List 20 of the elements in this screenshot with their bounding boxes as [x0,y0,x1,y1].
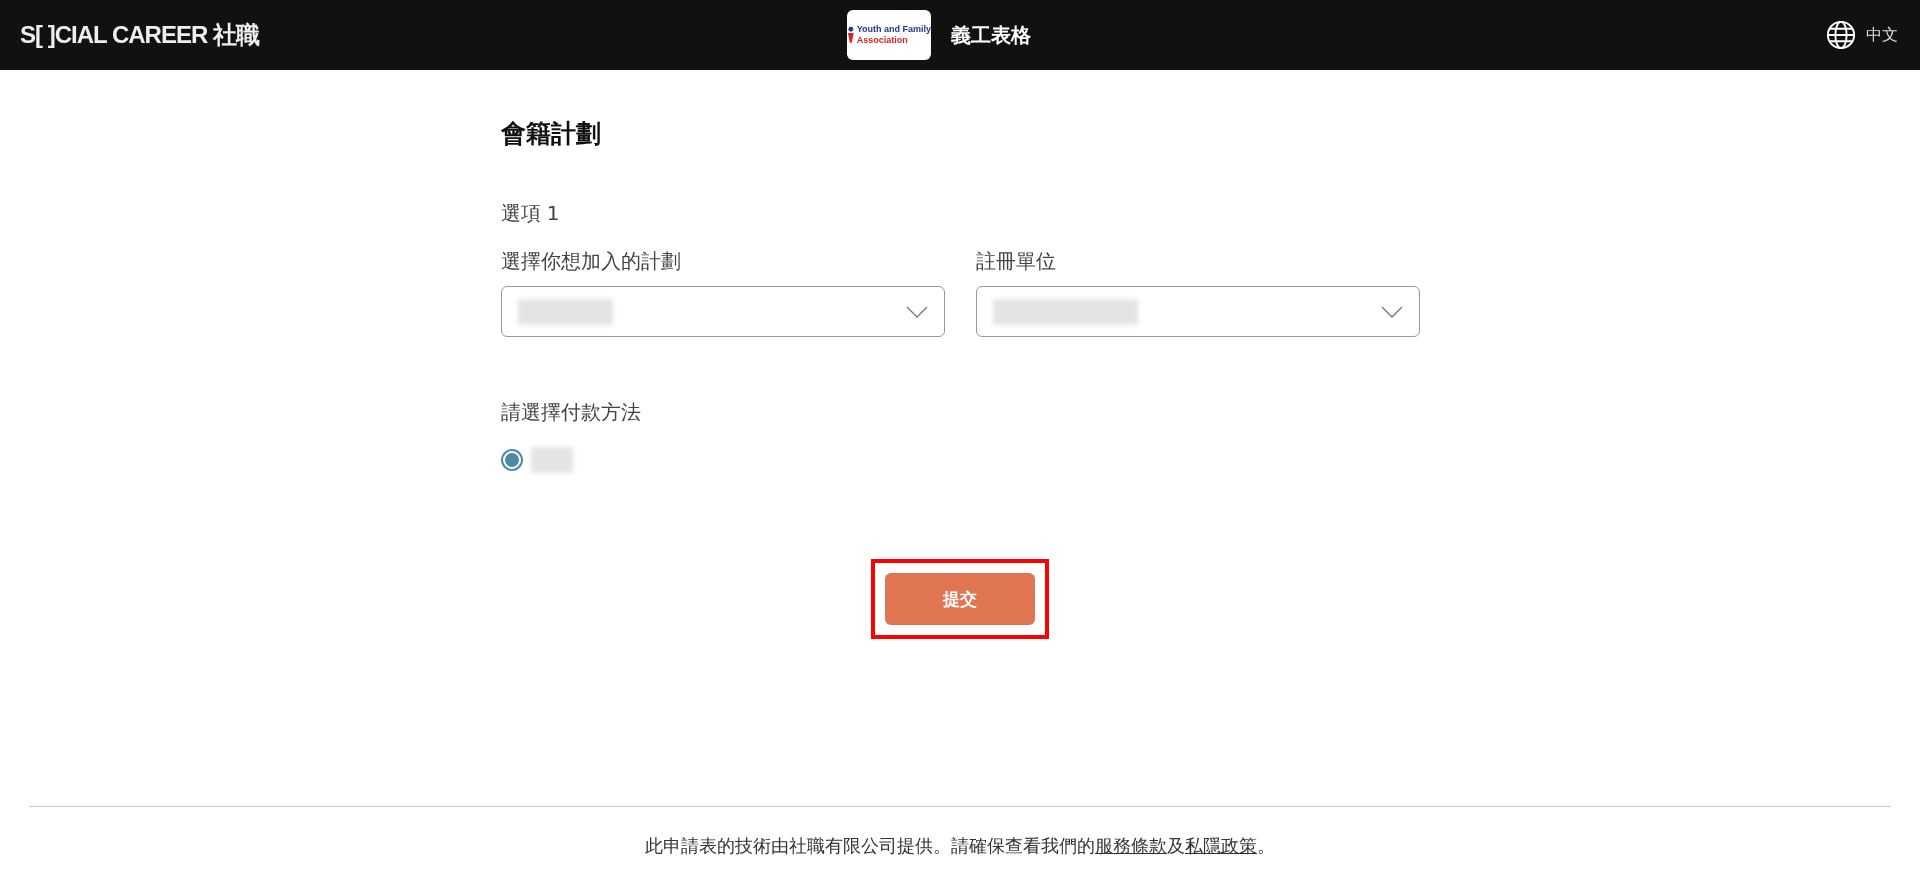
footer-text: 此申請表的技術由社職有限公司提供。請確保查看我們的服務條款及私隱政策。 [645,834,1275,858]
field-label: 選擇你想加入的計劃 [500,248,682,274]
language-label[interactable]: 中文 [1866,24,1898,46]
redacted-option [530,447,573,473]
organization-logo: Youth and Family Association [847,10,931,60]
form-title: 義工表格 [951,21,1031,49]
globe-icon[interactable] [1826,20,1856,50]
dropdown-field[interactable] [500,286,945,337]
chevron-down-icon [1380,305,1403,318]
figure-icon [847,25,855,45]
radio-button[interactable] [500,449,523,471]
brand-logo[interactable]: S[ ]CIAL CAREER 社職 [20,19,260,51]
chevron-down-icon [905,305,928,318]
payment-label: 請選擇付款方法 [500,399,642,425]
terms-link[interactable]: 服務條款 [1095,835,1167,856]
privacy-link[interactable]: 私隱政策 [1185,835,1257,856]
dropdown-field[interactable] [975,286,1420,337]
field-label: 註冊單位 [975,248,1057,274]
option-label: 選項 1 [500,200,561,226]
section-title: 會籍計劃 [500,118,602,150]
